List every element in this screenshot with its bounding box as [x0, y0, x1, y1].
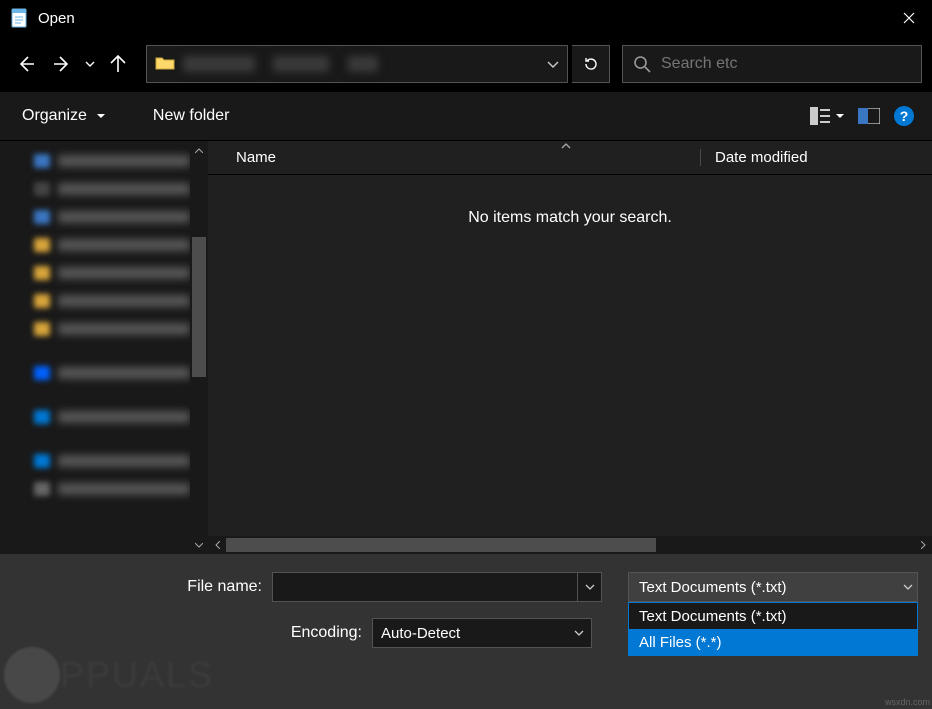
column-header-name[interactable]: Name — [208, 149, 700, 166]
search-input[interactable] — [661, 55, 911, 73]
navigation-bar — [0, 36, 932, 92]
encoding-select[interactable]: Auto-Detect — [372, 618, 592, 648]
scroll-thumb[interactable] — [226, 538, 656, 552]
chevron-up-icon — [195, 148, 203, 153]
tree-item[interactable] — [0, 359, 190, 387]
sidebar-scrollbar[interactable] — [190, 141, 208, 554]
tree-item[interactable] — [0, 231, 190, 259]
address-dropdown[interactable] — [537, 46, 567, 82]
source-watermark: wsxdn.com — [885, 697, 930, 707]
refresh-icon — [583, 56, 599, 72]
new-folder-button[interactable]: New folder — [149, 92, 233, 140]
chevron-down-icon — [585, 584, 595, 590]
bottom-panel: File name: Encoding: Auto-Detect Text Do… — [0, 554, 932, 709]
chevron-down-icon — [85, 61, 95, 67]
filename-dropdown[interactable] — [577, 573, 601, 601]
toolbar: Organize New folder ? — [0, 92, 932, 140]
encoding-value: Auto-Detect — [381, 625, 460, 642]
main-area: Name Date modified No items match your s… — [0, 140, 932, 554]
encoding-label: Encoding: — [14, 624, 372, 642]
file-list-pane: Name Date modified No items match your s… — [208, 141, 932, 554]
chevron-down-icon — [195, 543, 203, 548]
arrow-left-icon — [16, 54, 36, 74]
search-box[interactable] — [622, 45, 922, 83]
nav-forward-button[interactable] — [46, 48, 78, 80]
scroll-right-button[interactable] — [914, 536, 932, 554]
nav-back-button[interactable] — [10, 48, 42, 80]
folder-tree[interactable] — [0, 141, 190, 554]
nav-recent-dropdown[interactable] — [82, 61, 98, 67]
preview-pane-icon — [858, 108, 880, 124]
chevron-up-icon — [561, 143, 571, 149]
scroll-track[interactable] — [226, 536, 914, 554]
chevron-left-icon — [215, 541, 220, 549]
scroll-track[interactable] — [190, 159, 208, 536]
address-bar[interactable] — [146, 45, 568, 83]
chevron-down-icon — [836, 114, 844, 119]
filename-input[interactable] — [272, 572, 602, 602]
tree-item[interactable] — [0, 147, 190, 175]
help-button[interactable]: ? — [894, 106, 914, 126]
tree-item[interactable] — [0, 447, 190, 475]
close-icon — [903, 12, 915, 24]
encoding-dropdown-arrow[interactable] — [567, 619, 591, 647]
tree-item[interactable] — [0, 315, 190, 343]
column-header-date[interactable]: Date modified — [700, 149, 932, 166]
view-mode-button[interactable] — [810, 107, 844, 125]
address-path — [183, 55, 537, 73]
window-title: Open — [38, 10, 886, 27]
folder-icon — [155, 55, 175, 73]
navigation-pane — [0, 141, 208, 554]
watermark: PPUALS — [4, 647, 214, 703]
scroll-thumb[interactable] — [192, 237, 206, 377]
new-folder-label: New folder — [153, 107, 229, 125]
empty-message: No items match your search. — [468, 209, 672, 227]
organize-label: Organize — [22, 107, 87, 125]
chevron-down-icon — [574, 630, 584, 636]
file-type-selected-label: Text Documents (*.txt) — [639, 579, 787, 596]
notepad-app-icon — [10, 8, 28, 28]
titlebar: Open — [0, 0, 932, 36]
list-view-icon — [810, 107, 830, 125]
file-type-option[interactable]: All Files (*.*) — [629, 629, 917, 655]
search-icon — [633, 55, 651, 73]
arrow-right-icon — [52, 54, 72, 74]
refresh-button[interactable] — [572, 45, 610, 83]
chevron-right-icon — [921, 541, 926, 549]
tree-item[interactable] — [0, 475, 190, 503]
organize-menu[interactable]: Organize — [18, 92, 109, 140]
sort-indicator — [561, 143, 579, 149]
file-type-dropdown-arrow[interactable] — [903, 573, 913, 601]
file-type-selected[interactable]: Text Documents (*.txt) — [628, 572, 918, 602]
tree-item[interactable] — [0, 259, 190, 287]
chevron-down-icon — [547, 61, 559, 68]
tree-item[interactable] — [0, 203, 190, 231]
chevron-down-icon — [97, 114, 105, 119]
question-mark-icon: ? — [900, 108, 909, 124]
file-type-dropdown-list: Text Documents (*.txt) All Files (*.*) — [628, 602, 918, 656]
close-button[interactable] — [886, 0, 932, 36]
tree-item[interactable] — [0, 403, 190, 431]
scroll-down-button[interactable] — [190, 536, 208, 554]
arrow-up-icon — [108, 54, 128, 74]
column-headers: Name Date modified — [208, 141, 932, 175]
file-list[interactable]: No items match your search. — [208, 175, 932, 536]
tree-item[interactable] — [0, 175, 190, 203]
tree-item[interactable] — [0, 287, 190, 315]
horizontal-scrollbar[interactable] — [208, 536, 932, 554]
scroll-left-button[interactable] — [208, 536, 226, 554]
file-type-option[interactable]: Text Documents (*.txt) — [629, 603, 917, 629]
file-type-filter[interactable]: Text Documents (*.txt) Text Documents (*… — [628, 572, 918, 656]
filename-label: File name: — [14, 578, 272, 596]
nav-up-button[interactable] — [102, 48, 134, 80]
scroll-up-button[interactable] — [190, 141, 208, 159]
preview-pane-button[interactable] — [858, 108, 880, 124]
chevron-down-icon — [903, 584, 913, 590]
